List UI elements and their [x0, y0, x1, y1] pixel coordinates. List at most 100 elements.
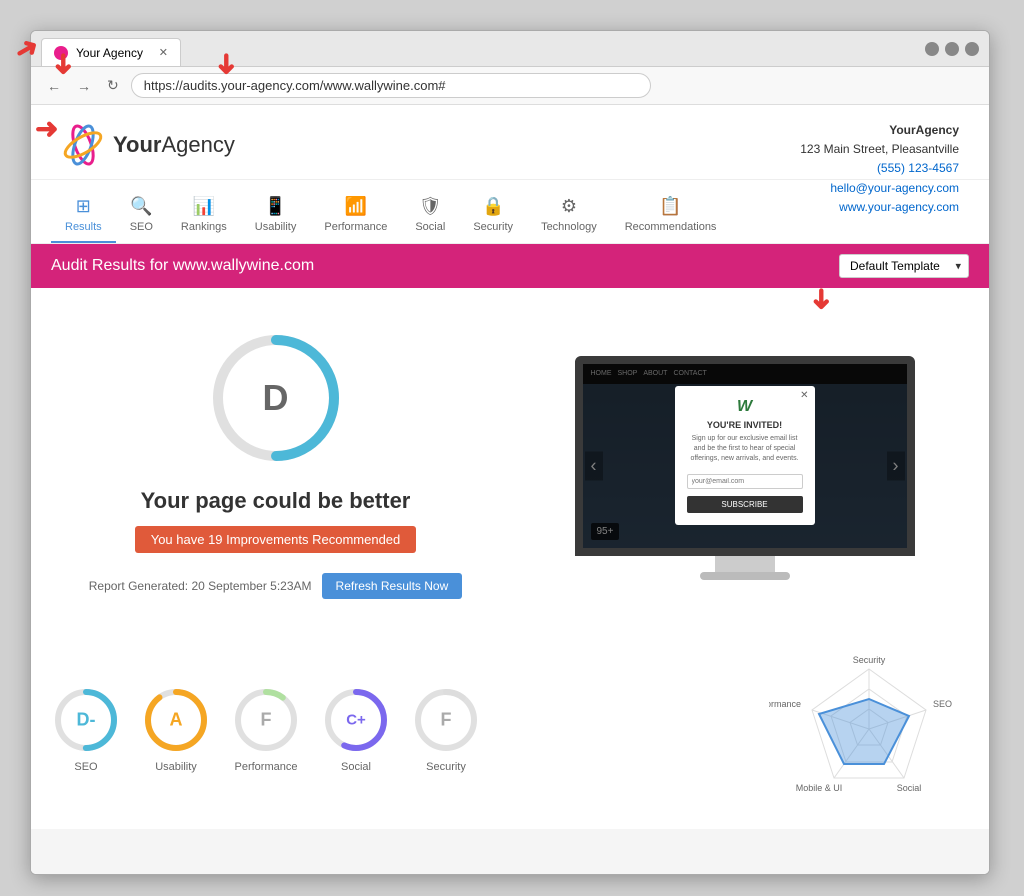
- agency-contact: YourAgency 123 Main Street, Pleasantvill…: [800, 121, 959, 217]
- arrow-tab: ➜: [50, 52, 78, 75]
- seo-grade: D-: [77, 710, 96, 731]
- browser-window: Your Agency ✕ ← → ↻ Your: [30, 30, 990, 875]
- url-input[interactable]: [131, 73, 651, 98]
- arrow-template: ➜: [808, 287, 836, 310]
- mini-circle-security: F: [411, 685, 481, 755]
- radar-chart: Security SEO Social Mobile & UI Performa…: [769, 649, 969, 809]
- agency-logo-icon: [61, 123, 105, 167]
- agency-header: YourAgency YourAgency 123 Main Street, P…: [31, 105, 989, 180]
- audit-header-bar: Audit Results for www.wallywine.com Defa…: [31, 244, 989, 288]
- page-content: YourAgency YourAgency 123 Main Street, P…: [31, 105, 989, 874]
- popup-subscribe-button[interactable]: SUBSCRIBE: [687, 496, 803, 513]
- audit-area: Audit Results for www.wallywine.com Defa…: [31, 244, 989, 874]
- score-item-seo: D- SEO: [51, 685, 121, 773]
- close-button[interactable]: [965, 42, 979, 56]
- tab-title: Your Agency: [76, 46, 143, 60]
- usability-grade: A: [170, 710, 183, 731]
- refresh-nav-button[interactable]: ↻: [103, 75, 123, 96]
- popup-logo: W: [687, 398, 803, 416]
- social-grade: C+: [346, 712, 366, 729]
- agency-phone: (555) 123-4567: [800, 159, 959, 178]
- tab-social[interactable]: 🛡 Social: [401, 190, 459, 243]
- back-button[interactable]: ←: [43, 76, 65, 96]
- tab-rankings[interactable]: 📊 Rankings: [167, 190, 241, 243]
- logo-text: YourAgency: [113, 132, 235, 158]
- svg-text:Social: Social: [897, 783, 922, 793]
- title-bar: Your Agency ✕: [31, 31, 989, 67]
- agency-logo: YourAgency: [61, 123, 235, 167]
- agency-email: hello@your-agency.com: [800, 179, 959, 198]
- svg-text:Performance: Performance: [769, 699, 801, 709]
- recommendations-icon: 📋: [659, 196, 681, 217]
- score-item-usability: A Usability: [141, 685, 211, 773]
- tab-usability[interactable]: 📱 Usability: [241, 190, 311, 243]
- improvements-badge: You have 19 Improvements Recommended: [135, 526, 417, 553]
- popup-close-button[interactable]: ✕: [800, 390, 808, 401]
- tab-seo[interactable]: 🔍 SEO: [116, 190, 167, 243]
- tab-results[interactable]: ⊞ Results: [51, 190, 116, 243]
- mini-circle-performance: F: [231, 685, 301, 755]
- security-icon: 🔒: [482, 196, 504, 217]
- radar-section: Security SEO Social Mobile & UI Performa…: [769, 649, 969, 809]
- technology-icon: ⚙: [561, 196, 577, 217]
- results-icon: ⊞: [76, 196, 91, 217]
- refresh-results-button[interactable]: Refresh Results Now: [322, 573, 463, 599]
- svg-text:SEO: SEO: [933, 699, 952, 709]
- tab-strip: Your Agency ✕: [41, 31, 915, 66]
- report-date: Report Generated: 20 September 5:23AM: [89, 579, 312, 593]
- score-item-performance: F Performance: [231, 685, 301, 773]
- audit-body: D Your page could be better You have 19 …: [31, 288, 989, 639]
- tab-performance[interactable]: 📶 Performance: [310, 190, 401, 243]
- window-controls: [925, 42, 979, 56]
- security-grade: F: [441, 710, 452, 731]
- social-label: Social: [341, 761, 371, 773]
- score-grade: D: [263, 377, 289, 419]
- tab-close-button[interactable]: ✕: [159, 46, 168, 59]
- scores-row: D- SEO A Usability: [31, 639, 989, 829]
- agency-address: 123 Main Street, Pleasantville: [800, 140, 959, 159]
- score-items: D- SEO A Usability: [51, 685, 481, 773]
- arrow-logo: ➜: [35, 115, 58, 143]
- performance-grade: F: [261, 710, 272, 731]
- seo-label: SEO: [74, 761, 97, 773]
- svg-text:Security: Security: [853, 655, 886, 665]
- monitor-screen: HOME SHOP ABOUT CONTACT The FinestSelect…: [575, 356, 915, 556]
- svg-text:Mobile & UI: Mobile & UI: [796, 783, 843, 793]
- score-section: D Your page could be better You have 19 …: [51, 308, 500, 619]
- screenshot-section: HOME SHOP ABOUT CONTACT The FinestSelect…: [520, 308, 969, 619]
- security-label: Security: [426, 761, 466, 773]
- seo-icon: 🔍: [130, 196, 152, 217]
- rankings-icon: 📊: [193, 196, 215, 217]
- monitor-stand: [715, 556, 775, 572]
- tab-security[interactable]: 🔒 Security: [459, 190, 527, 243]
- mini-circle-seo: D-: [51, 685, 121, 755]
- score-item-security: F Security: [411, 685, 481, 773]
- usability-label: Usability: [155, 761, 197, 773]
- template-select[interactable]: Default Template Custom Template: [839, 254, 969, 278]
- minimize-button[interactable]: [925, 42, 939, 56]
- popup-email-input[interactable]: [687, 474, 803, 489]
- performance-label: Performance: [235, 761, 298, 773]
- performance-icon: 📶: [345, 196, 367, 217]
- tab-recommendations[interactable]: 📋 Recommendations: [611, 190, 731, 243]
- agency-website: www.your-agency.com: [800, 198, 959, 217]
- score-circle: D: [206, 328, 346, 468]
- report-info: Report Generated: 20 September 5:23AM Re…: [89, 573, 463, 599]
- audit-title: Audit Results for www.wallywine.com: [51, 257, 314, 275]
- monitor-frame: HOME SHOP ABOUT CONTACT The FinestSelect…: [575, 356, 915, 572]
- usability-icon: 📱: [264, 196, 286, 217]
- arrow-new-tab: ➜: [213, 52, 241, 75]
- score-headline: Your page could be better: [141, 488, 411, 514]
- forward-button[interactable]: →: [73, 76, 95, 96]
- social-icon: 🛡: [419, 196, 442, 217]
- site-preview: HOME SHOP ABOUT CONTACT The FinestSelect…: [583, 364, 907, 548]
- maximize-button[interactable]: [945, 42, 959, 56]
- mini-circle-social: C+: [321, 685, 391, 755]
- popup-body: Sign up for our exclusive email list and…: [687, 434, 803, 463]
- tab-technology[interactable]: ⚙ Technology: [527, 190, 611, 243]
- address-bar: ← → ↻: [31, 67, 989, 105]
- score-item-social: C+ Social: [321, 685, 391, 773]
- popup-box: ✕ W YOU'RE INVITED! Sign up for our excl…: [675, 386, 815, 524]
- mini-circle-usability: A: [141, 685, 211, 755]
- popup-overlay: ✕ W YOU'RE INVITED! Sign up for our excl…: [583, 364, 907, 548]
